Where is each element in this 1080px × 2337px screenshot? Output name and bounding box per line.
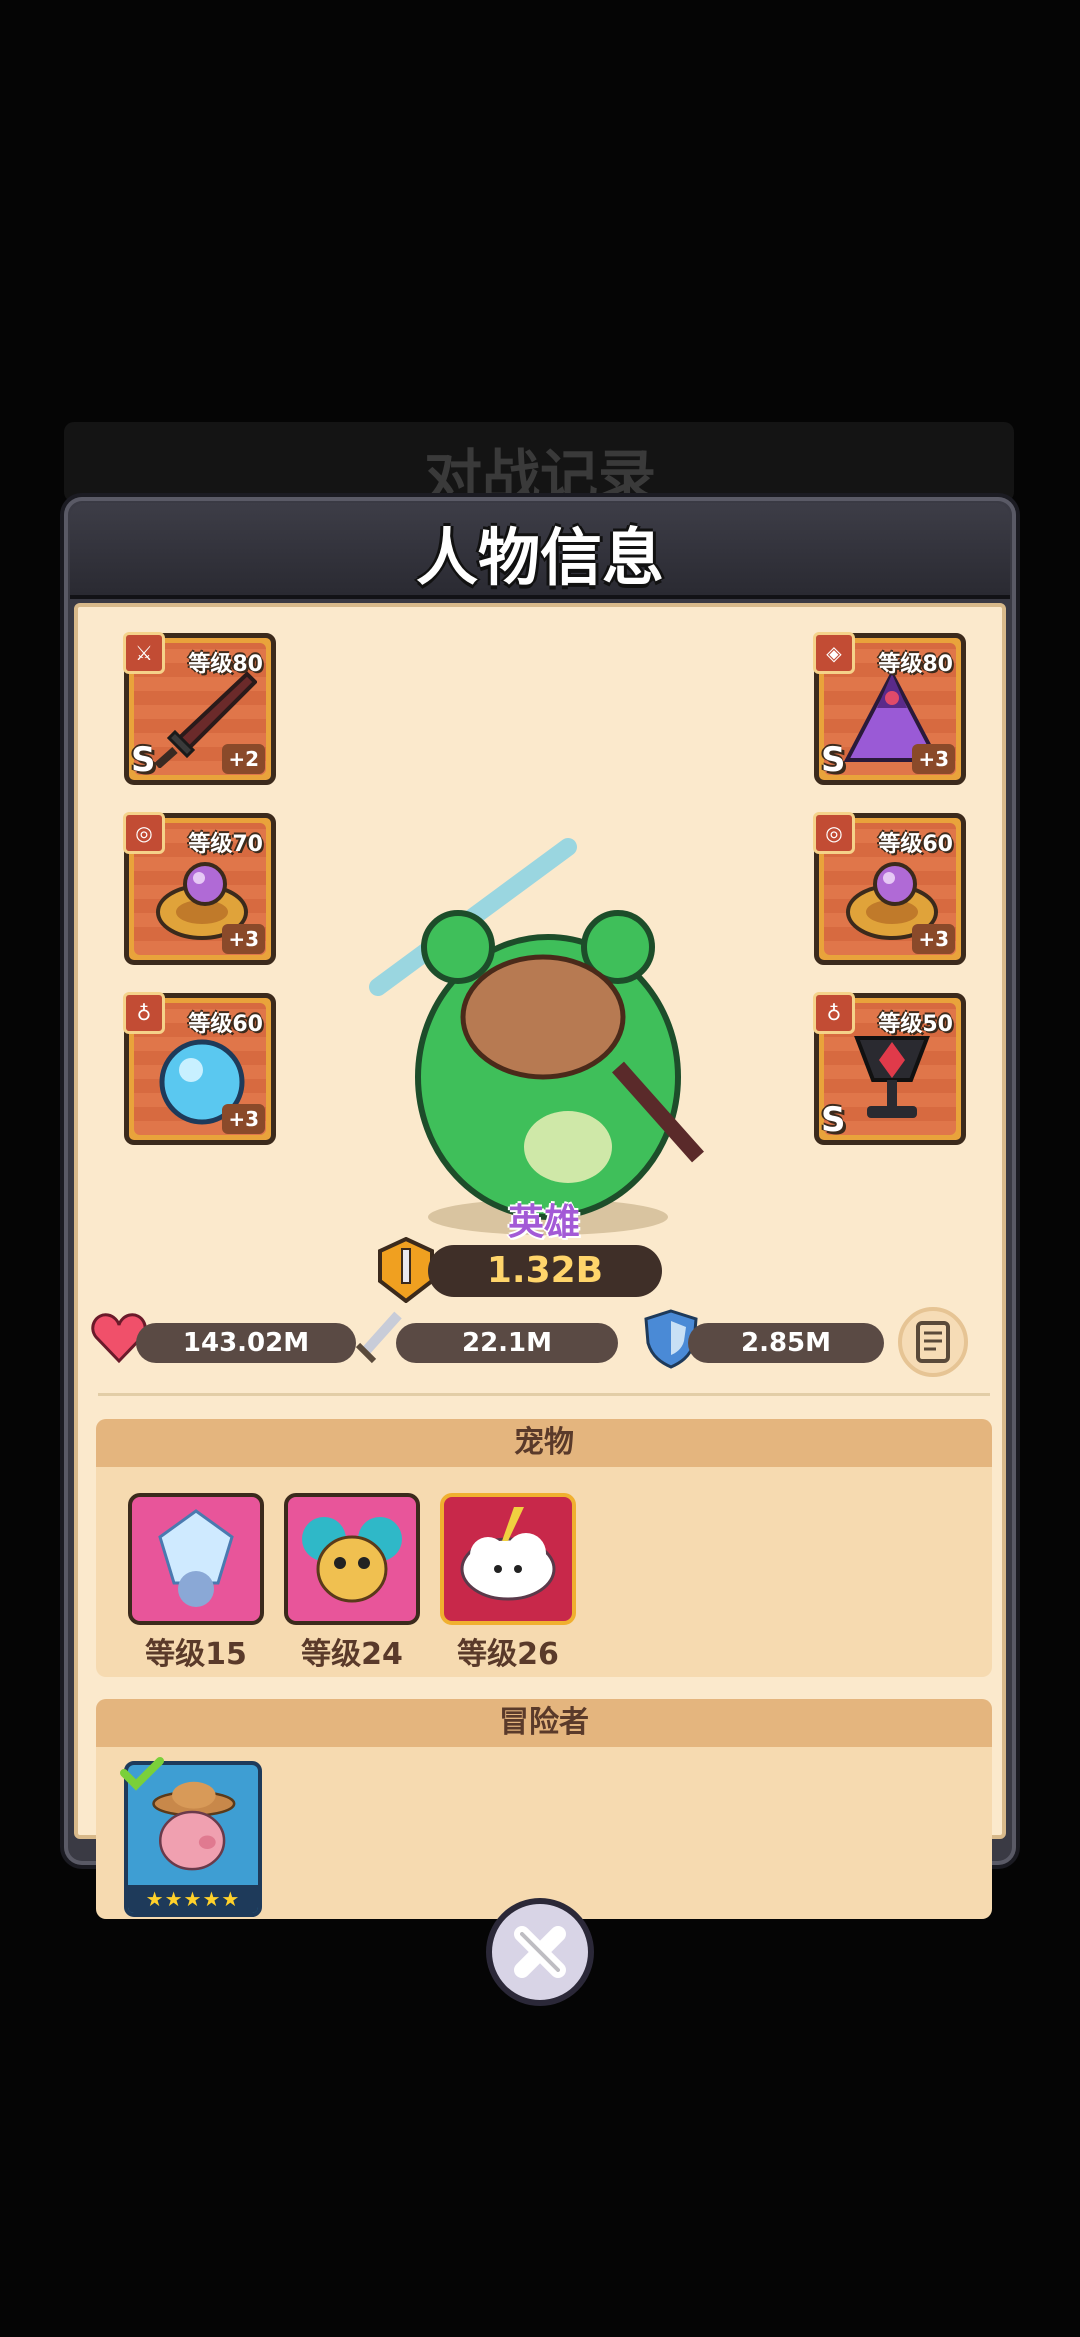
slot-grade: S bbox=[821, 740, 846, 780]
slot-grade: S bbox=[131, 740, 156, 780]
slot-enhance: +3 bbox=[912, 744, 955, 774]
character-info-modal: 人物信息 ⚔ 等级80 +2 S ◎ 等级70 +3 ♁ 等级60 +3 ◈ 等… bbox=[64, 497, 1016, 1919]
slot-enhance: +2 bbox=[222, 744, 265, 774]
divider bbox=[98, 1393, 990, 1396]
pet-level: 等级24 bbox=[301, 1637, 403, 1672]
slot-level: 等级50 bbox=[878, 1012, 953, 1037]
mouse-pet-icon bbox=[302, 1517, 402, 1603]
slot-enhance: +3 bbox=[222, 1104, 265, 1134]
slot-enhance: +3 bbox=[222, 924, 265, 954]
cloud-pet-icon bbox=[460, 1507, 556, 1601]
adventurer-stars: ★★★★★ bbox=[128, 1885, 258, 1913]
ring-icon: ◎ bbox=[813, 812, 855, 854]
adventurers-section-title: 冒险者 bbox=[96, 1699, 992, 1747]
pets-section-title: 宠物 bbox=[96, 1419, 992, 1467]
pet-level: 等级26 bbox=[457, 1637, 559, 1672]
slot-level: 等级80 bbox=[878, 652, 953, 677]
pet-slot[interactable] bbox=[284, 1493, 420, 1625]
document-icon bbox=[916, 1321, 950, 1363]
equipment-slot-armor[interactable]: ◈ 等级80 +3 S bbox=[813, 632, 966, 785]
equipment-slot-weapon[interactable]: ⚔ 等级80 +2 S bbox=[123, 632, 276, 785]
adventurers-section: 冒险者 ★★★★★ bbox=[96, 1699, 992, 1919]
modal-body: ⚔ 等级80 +2 S ◎ 等级70 +3 ♁ 等级60 +3 ◈ 等级80 +… bbox=[74, 603, 1006, 1919]
hp-value: 143.02M bbox=[136, 1323, 356, 1363]
close-icon bbox=[514, 1926, 566, 1978]
pet-slot[interactable] bbox=[440, 1493, 576, 1625]
hero-character bbox=[369, 838, 704, 1235]
slot-grade: S bbox=[821, 1100, 846, 1140]
hero-rank-label: 英雄 bbox=[507, 1202, 580, 1243]
close-button[interactable] bbox=[486, 1898, 594, 2006]
stats-detail-button[interactable] bbox=[898, 1307, 968, 1377]
pet-slot[interactable] bbox=[128, 1493, 264, 1625]
dark-chalice-icon bbox=[854, 1036, 930, 1118]
equipment-slot-necklace[interactable]: ♁ 等级50 S bbox=[813, 992, 966, 1145]
combat-power-value: 1.32B bbox=[428, 1245, 662, 1297]
combat-power-icon bbox=[378, 1237, 434, 1303]
weapon-icon: ⚔ bbox=[123, 632, 165, 674]
slot-level: 等级60 bbox=[878, 832, 953, 857]
necklace-icon: ♁ bbox=[123, 992, 165, 1034]
slot-level: 等级70 bbox=[188, 832, 263, 857]
necklace-icon: ♁ bbox=[813, 992, 855, 1034]
equipment-slot-necklace[interactable]: ♁ 等级60 +3 bbox=[123, 992, 276, 1145]
slot-level: 等级80 bbox=[188, 652, 263, 677]
checkmark-icon bbox=[120, 1757, 164, 1791]
slot-enhance: +3 bbox=[912, 924, 955, 954]
armor-icon: ◈ bbox=[813, 632, 855, 674]
pet-level: 等级15 bbox=[145, 1637, 247, 1672]
slot-level: 等级60 bbox=[188, 1012, 263, 1037]
pets-section: 宠物 等级15 等级24 等级26 bbox=[96, 1419, 992, 1677]
modal-title: 人物信息 bbox=[415, 521, 664, 594]
defense-value: 2.85M bbox=[688, 1323, 884, 1363]
ring-icon: ◎ bbox=[123, 812, 165, 854]
equipment-slot-ring[interactable]: ◎ 等级70 +3 bbox=[123, 812, 276, 965]
equipment-slot-ring[interactable]: ◎ 等级60 +3 bbox=[813, 812, 966, 965]
ice-crystal-pet-icon bbox=[158, 1509, 234, 1607]
attack-value: 22.1M bbox=[396, 1323, 618, 1363]
